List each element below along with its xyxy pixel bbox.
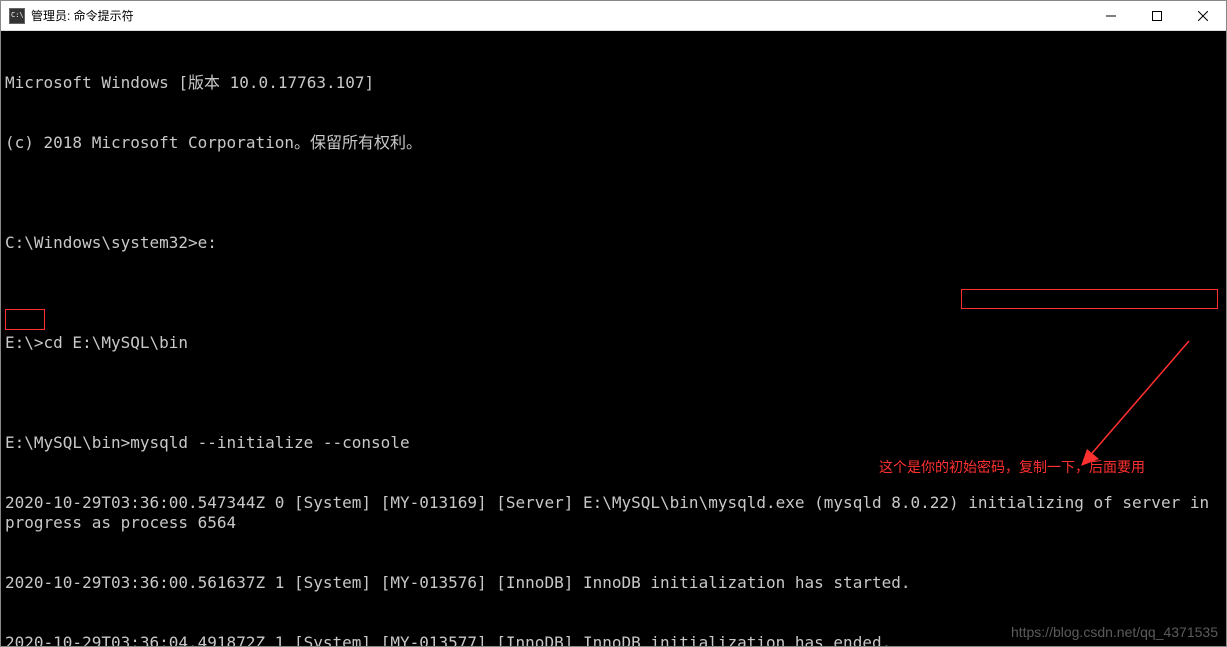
terminal-output[interactable]: Microsoft Windows [版本 10.0.17763.107] (c…	[1, 31, 1226, 646]
terminal-line: 2020-10-29T03:36:04.491872Z 1 [System] […	[5, 633, 1222, 646]
terminal-line: C:\Windows\system32>e:	[5, 233, 1222, 253]
terminal-line: (c) 2018 Microsoft Corporation。保留所有权利。	[5, 133, 1222, 153]
highlight-box-password-wrap	[5, 309, 45, 330]
window-title: 管理员: 命令提示符	[31, 7, 1088, 24]
terminal-line: Microsoft Windows [版本 10.0.17763.107]	[5, 73, 1222, 93]
annotation-arrow	[1011, 311, 1161, 451]
minimize-button[interactable]	[1088, 1, 1134, 30]
annotation-text: 这个是你的初始密码，复制一下，后面要用	[879, 457, 1145, 477]
terminal-line: E:\>cd E:\MySQL\bin	[5, 333, 1222, 353]
maximize-button[interactable]	[1134, 1, 1180, 30]
titlebar[interactable]: 管理员: 命令提示符	[1, 1, 1226, 31]
window-controls	[1088, 1, 1226, 30]
terminal-line: 2020-10-29T03:36:00.547344Z 0 [System] […	[5, 493, 1222, 533]
cmd-icon	[9, 8, 25, 24]
terminal-line: 2020-10-29T03:36:00.561637Z 1 [System] […	[5, 573, 1222, 593]
terminal-line: E:\MySQL\bin>mysqld --initialize --conso…	[5, 433, 1222, 453]
highlight-box-password	[961, 289, 1218, 309]
close-button[interactable]	[1180, 1, 1226, 30]
command-prompt-window: 管理员: 命令提示符 Microsoft Windows [版本 10.0.17…	[0, 0, 1227, 647]
